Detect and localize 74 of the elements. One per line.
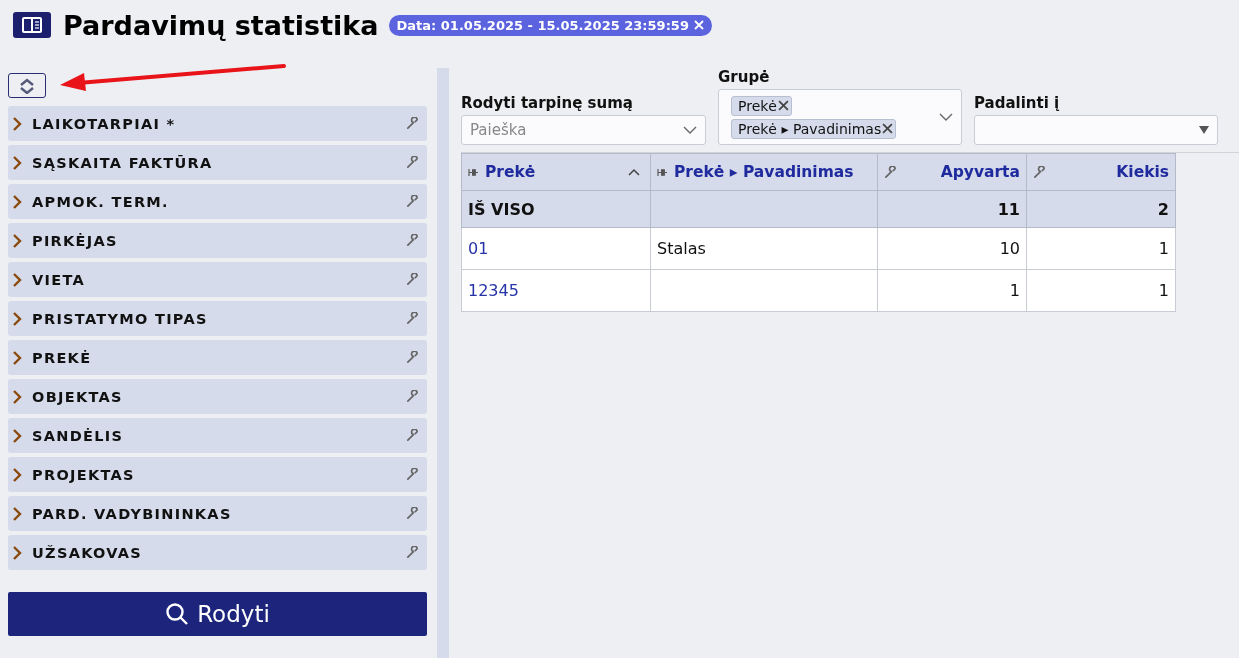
filter-section-header[interactable]: UŽSAKOVAS	[8, 535, 427, 570]
date-filter-badge[interactable]: Data: 01.05.2025 - 15.05.2025 23:59:59	[388, 14, 712, 36]
total-cell: 11	[877, 190, 1027, 228]
item-link[interactable]: 12345	[468, 281, 519, 300]
wrench-icon	[884, 165, 897, 179]
field-label: Grupė	[718, 68, 771, 86]
pin-icon	[468, 167, 479, 177]
remove-icon	[882, 123, 894, 134]
column-header[interactable]: Prekė	[461, 153, 651, 191]
table-cell: 10	[877, 227, 1027, 270]
remove-icon	[778, 100, 789, 111]
wrench-icon[interactable]	[406, 351, 419, 364]
wrench-icon[interactable]	[406, 117, 419, 130]
expand-collapse-icon	[19, 77, 35, 94]
wrench-icon[interactable]	[406, 234, 419, 247]
chevron-right-icon	[12, 389, 22, 404]
filter-section-header[interactable]: PREKĖ	[8, 340, 427, 375]
group-tag: Prekė ▸ Pavadinimas	[731, 118, 897, 139]
chevron-right-icon	[12, 350, 22, 365]
sidebar-toggle-icon[interactable]	[13, 12, 51, 38]
total-cell: IŠ VISO	[461, 190, 651, 228]
filter-section-header[interactable]: SANDĖLIS	[8, 418, 427, 453]
column-header[interactable]: Apyvarta	[877, 153, 1027, 191]
chevron-right-icon	[12, 545, 22, 560]
chevron-down-icon	[683, 126, 697, 134]
chevron-right-icon	[12, 116, 22, 131]
wrench-icon[interactable]	[406, 195, 419, 208]
close-icon[interactable]	[693, 20, 704, 30]
filter-section-header[interactable]: VIETA	[8, 262, 427, 297]
group-select[interactable]: Prekė Prekė ▸ Pavadinimas	[718, 89, 962, 145]
chevron-right-icon	[12, 506, 22, 521]
wrench-icon[interactable]	[406, 429, 419, 442]
pin-icon	[657, 167, 668, 177]
chevron-right-icon	[12, 233, 22, 248]
chevron-right-icon	[12, 428, 22, 443]
filter-section-header[interactable]: LAIKOTARPIAI *	[8, 106, 427, 141]
filter-section-header[interactable]: PRISTATYMO TIPAS	[8, 301, 427, 336]
chevron-down-icon	[939, 113, 953, 121]
page-title: Pardavimų statistika	[63, 9, 379, 41]
filter-section-header[interactable]: SĄSKAITA FAKTŪRA	[8, 145, 427, 180]
filter-section-header[interactable]: PROJEKTAS	[8, 457, 427, 492]
chevron-right-icon	[12, 311, 22, 326]
table-cell: Stalas	[650, 227, 878, 270]
column-header[interactable]: Prekė ▸ Pavadinimas	[650, 153, 878, 191]
group-tag: Prekė	[731, 95, 792, 116]
show-button[interactable]: Rodyti	[8, 592, 427, 636]
field-label: Rodyti tarpinę sumą	[461, 94, 634, 112]
chevron-right-icon	[12, 194, 22, 209]
wrench-icon	[1033, 165, 1046, 179]
wrench-icon[interactable]	[406, 390, 419, 403]
table-cell: 1	[1026, 227, 1176, 270]
table-cell: 1	[1026, 269, 1176, 312]
search-icon	[165, 602, 190, 626]
wrench-icon[interactable]	[406, 468, 419, 481]
item-link[interactable]: 01	[468, 239, 489, 258]
subtotal-select[interactable]: Paieška	[461, 115, 706, 145]
chevron-right-icon	[12, 467, 22, 482]
column-header[interactable]: Kiekis	[1026, 153, 1176, 191]
wrench-icon[interactable]	[406, 312, 419, 325]
filter-section-header[interactable]: APMOK. TERM.	[8, 184, 427, 219]
chevron-right-icon	[12, 272, 22, 287]
wrench-icon[interactable]	[406, 507, 419, 520]
collapse-all-button[interactable]	[8, 73, 46, 98]
dropdown-arrow-icon	[1199, 126, 1209, 134]
filter-section-header[interactable]: PIRKĖJAS	[8, 223, 427, 258]
field-label: Padalinti į	[974, 94, 1061, 112]
wrench-icon[interactable]	[406, 156, 419, 169]
total-cell: 2	[1026, 190, 1176, 228]
filter-section-header[interactable]: PARD. VADYBININKAS	[8, 496, 427, 531]
table-cell: 1	[877, 269, 1027, 312]
wrench-icon[interactable]	[406, 546, 419, 559]
filter-section-header[interactable]: OBJEKTAS	[8, 379, 427, 414]
chevron-right-icon	[12, 155, 22, 170]
wrench-icon[interactable]	[406, 273, 419, 286]
